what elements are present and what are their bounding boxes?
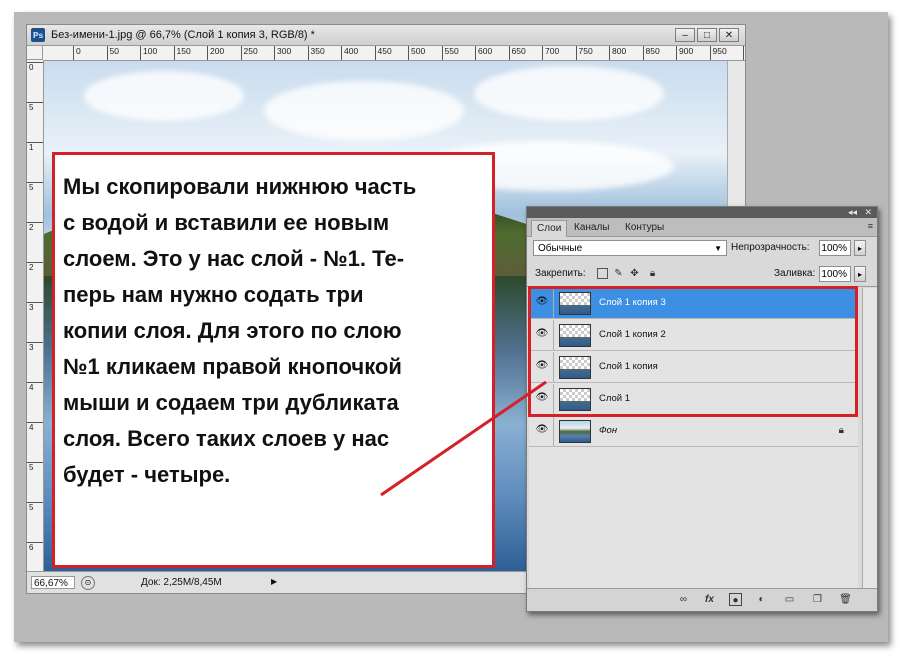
layer-thumbnail: [559, 420, 591, 443]
ruler-tick: 250: [240, 46, 258, 60]
annotation-box: Мы скопировали нижнюю часть с водой и вс…: [52, 152, 495, 568]
panel-tabs: Слои Каналы Контуры ≡: [527, 218, 877, 237]
ruler-tick: 800: [609, 46, 626, 60]
status-menu-icon[interactable]: ⊙: [81, 576, 95, 590]
ruler-tick: 150: [173, 46, 191, 60]
minimize-button[interactable]: ‒: [675, 28, 695, 42]
status-arrow-icon[interactable]: ▶: [271, 577, 277, 586]
fill-input[interactable]: 100%: [819, 266, 851, 282]
opacity-stepper[interactable]: ▸: [854, 240, 866, 256]
ruler-tick: 650: [508, 46, 526, 60]
ruler-tick: 100: [140, 46, 157, 60]
collapse-icon[interactable]: ◂◂: [848, 207, 857, 217]
ruler-tick: 2: [27, 222, 43, 232]
ruler-tick: 700: [542, 46, 559, 60]
close-button[interactable]: ✕: [719, 28, 739, 42]
zoom-field[interactable]: 66,67%: [31, 576, 75, 589]
brush-icon[interactable]: ✎: [613, 268, 624, 279]
layers-highlight-box: [528, 286, 858, 417]
document-title: Без-имени-1.jpg @ 66,7% (Слой 1 копия 3,…: [51, 29, 315, 41]
lock-icon[interactable]: 🔒︎: [647, 268, 658, 279]
ruler-tick: 750: [575, 46, 593, 60]
panel-menu-icon[interactable]: ≡: [868, 221, 873, 231]
ruler-tick: 5: [27, 502, 43, 512]
panel-bottom-bar: ∞ fx ● ◐ ▭ ❐ 🗑︎: [527, 588, 877, 611]
blend-mode-select[interactable]: Обычные ▼: [533, 240, 727, 256]
tab-paths[interactable]: Контуры: [620, 220, 669, 236]
ruler-tick: 4: [27, 422, 43, 432]
ruler-tick: 900: [676, 46, 693, 60]
ruler-tick: 1000: [743, 46, 745, 60]
ruler-tick: 300: [274, 46, 291, 60]
panel-header[interactable]: ◂◂ ✕: [527, 207, 877, 218]
new-layer-icon[interactable]: ❐: [811, 593, 824, 606]
ruler-tick: 3: [27, 302, 43, 312]
layers-scrollbar[interactable]: [862, 288, 877, 588]
blend-mode-value: Обычные: [538, 243, 583, 254]
layer-name: Фон: [599, 425, 618, 436]
ruler-tick: 400: [341, 46, 358, 60]
tab-channels[interactable]: Каналы: [569, 220, 615, 236]
ruler-tick: 0: [27, 62, 43, 72]
horizontal-ruler[interactable]: 0 50 100 150 200 250 300 350 400 450 500 550 600 650 7…: [43, 46, 745, 61]
adjustment-icon[interactable]: ◐: [755, 593, 768, 606]
ruler-tick: 950: [709, 46, 727, 60]
ruler-tick: 1: [27, 142, 43, 152]
tab-layers[interactable]: Слои: [531, 220, 568, 237]
lock-transparency-icon[interactable]: [597, 268, 608, 279]
mask-icon[interactable]: ●: [729, 593, 742, 606]
cloud-shape: [264, 81, 464, 141]
ruler-tick: 850: [642, 46, 660, 60]
trash-icon[interactable]: 🗑︎: [839, 593, 852, 606]
ruler-tick: 3: [27, 342, 43, 352]
document-size: Док: 2,25M/8,45M: [141, 577, 222, 588]
ruler-tick: 500: [408, 46, 425, 60]
document-titlebar[interactable]: Ps Без-имени-1.jpg @ 66,7% (Слой 1 копия…: [27, 25, 745, 46]
move-icon[interactable]: ✥: [629, 268, 640, 279]
ruler-tick: 2: [27, 262, 43, 272]
lock-icon: 🔒︎: [838, 425, 844, 436]
fx-icon[interactable]: fx: [703, 593, 716, 606]
ruler-tick: 0: [73, 46, 81, 60]
annotation-text: Мы скопировали нижнюю часть с водой и вс…: [63, 174, 417, 487]
opacity-label: Непрозрачность:: [731, 242, 810, 253]
maximize-button[interactable]: □: [697, 28, 717, 42]
cloud-shape: [84, 71, 244, 121]
ruler-tick: 350: [307, 46, 325, 60]
group-icon[interactable]: ▭: [783, 593, 796, 606]
eye-icon[interactable]: 👁︎: [535, 424, 549, 436]
ruler-tick: 200: [207, 46, 224, 60]
ruler-corner[interactable]: [27, 46, 43, 60]
ruler-tick: 50: [106, 46, 119, 60]
ruler-tick: 5: [27, 182, 43, 192]
cloud-shape: [474, 66, 664, 121]
fill-label: Заливка:: [774, 268, 816, 279]
layer-row[interactable]: 👁︎ Фон 🔒︎: [529, 416, 858, 447]
ruler-tick: 4: [27, 382, 43, 392]
ruler-tick: 5: [27, 462, 43, 472]
ruler-tick: 450: [374, 46, 392, 60]
ruler-tick: 550: [441, 46, 459, 60]
ruler-tick: 6: [27, 542, 43, 552]
chevron-down-icon: ▼: [714, 244, 722, 253]
vertical-ruler[interactable]: 0 5 1 5 2 2 3 3 4 4 5 5 6: [27, 60, 44, 571]
ruler-tick: 600: [475, 46, 492, 60]
ruler-tick: 5: [27, 102, 43, 112]
opacity-input[interactable]: 100%: [819, 240, 851, 256]
photoshop-icon: Ps: [31, 28, 45, 42]
panel-close-icon[interactable]: ✕: [864, 207, 872, 217]
link-icon[interactable]: ∞: [677, 593, 690, 606]
fill-stepper[interactable]: ▸: [854, 266, 866, 282]
lock-label: Закрепить:: [535, 268, 586, 279]
divider: [553, 416, 554, 447]
